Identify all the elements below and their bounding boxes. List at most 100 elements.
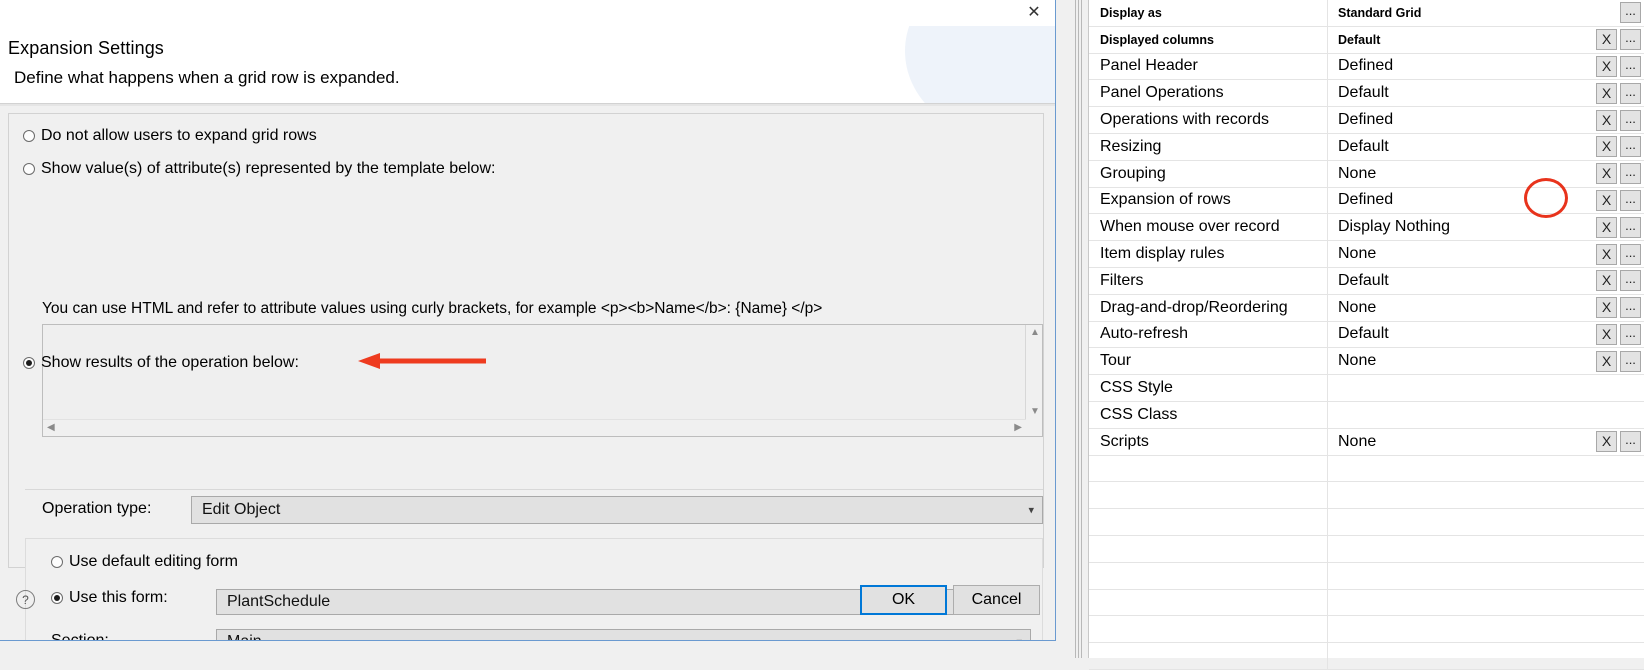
- property-value[interactable]: [1328, 536, 1596, 562]
- clear-property-button[interactable]: X: [1596, 297, 1617, 319]
- property-value[interactable]: Standard Grid: [1328, 0, 1596, 26]
- table-row[interactable]: [1089, 455, 1644, 483]
- table-row[interactable]: Drag-and-drop/Reordering None X...: [1089, 294, 1644, 322]
- clear-property-button[interactable]: X: [1596, 431, 1617, 453]
- open-property-editor-button[interactable]: ...: [1620, 189, 1641, 211]
- operation-type-select[interactable]: Edit Object ▾: [191, 496, 1043, 524]
- property-value[interactable]: [1328, 563, 1596, 589]
- close-icon[interactable]: ✕: [1021, 3, 1047, 23]
- open-property-editor-button[interactable]: ...: [1620, 297, 1641, 319]
- table-row[interactable]: [1089, 535, 1644, 563]
- property-name: [1089, 509, 1328, 535]
- scroll-right-icon[interactable]: ▶: [1014, 423, 1022, 433]
- table-row[interactable]: When mouse over record Display Nothing X..…: [1089, 214, 1644, 242]
- property-value[interactable]: Default: [1328, 80, 1596, 106]
- property-value[interactable]: Default: [1328, 322, 1596, 348]
- template-editor[interactable]: ▲ ▼ ◀ ▶: [42, 324, 1043, 437]
- open-property-editor-button[interactable]: ...: [1620, 270, 1641, 292]
- table-row[interactable]: Expansion of rows Defined X...: [1089, 187, 1644, 215]
- property-value[interactable]: Default: [1328, 268, 1596, 294]
- property-value[interactable]: Defined: [1328, 188, 1596, 214]
- property-value[interactable]: Default: [1328, 27, 1596, 53]
- open-property-editor-button[interactable]: ...: [1620, 2, 1641, 24]
- table-row[interactable]: [1089, 616, 1644, 644]
- table-row[interactable]: Tour None X...: [1089, 348, 1644, 376]
- table-row[interactable]: Scripts None X...: [1089, 428, 1644, 456]
- radio-show-template[interactable]: Show value(s) of attribute(s) represente…: [23, 160, 495, 178]
- property-value[interactable]: Display Nothing: [1328, 214, 1596, 240]
- property-name: Operations with records: [1089, 107, 1328, 133]
- table-row[interactable]: Displayed columns Default X...: [1089, 26, 1644, 54]
- open-property-editor-button[interactable]: ...: [1620, 350, 1641, 372]
- clear-property-button[interactable]: X: [1596, 270, 1617, 292]
- table-row[interactable]: Item display rules None X...: [1089, 241, 1644, 268]
- table-row[interactable]: Grouping None X...: [1089, 160, 1644, 188]
- property-value[interactable]: Default: [1328, 134, 1596, 160]
- table-row[interactable]: [1089, 509, 1644, 536]
- property-value[interactable]: [1328, 643, 1596, 669]
- radio-no-expand[interactable]: Do not allow users to expand grid rows: [23, 127, 317, 145]
- cancel-button[interactable]: Cancel: [953, 585, 1040, 615]
- clear-property-button[interactable]: X: [1596, 350, 1617, 372]
- property-value[interactable]: None: [1328, 295, 1596, 321]
- open-property-editor-button[interactable]: ...: [1620, 109, 1641, 131]
- scroll-down-icon[interactable]: ▼: [1030, 407, 1040, 417]
- open-property-editor-button[interactable]: ...: [1620, 216, 1641, 238]
- property-value[interactable]: [1328, 482, 1596, 508]
- property-value[interactable]: [1328, 456, 1596, 482]
- template-vertical-scrollbar[interactable]: ▲ ▼: [1026, 325, 1042, 420]
- property-value[interactable]: Defined: [1328, 107, 1596, 133]
- clear-property-button[interactable]: X: [1596, 109, 1617, 131]
- table-row[interactable]: Auto-refresh Default X...: [1089, 321, 1644, 349]
- radio-show-operation[interactable]: Show results of the operation below:: [23, 354, 299, 372]
- template-horizontal-scrollbar[interactable]: ◀ ▶: [43, 419, 1026, 436]
- clear-property-button[interactable]: X: [1596, 323, 1617, 345]
- clear-property-button[interactable]: X: [1596, 136, 1617, 158]
- ok-button[interactable]: OK: [860, 585, 947, 615]
- property-value[interactable]: [1328, 509, 1596, 535]
- open-property-editor-button[interactable]: ...: [1620, 243, 1641, 265]
- clear-property-button[interactable]: X: [1596, 243, 1617, 265]
- clear-property-button[interactable]: X: [1596, 216, 1617, 238]
- open-property-editor-button[interactable]: ...: [1620, 431, 1641, 453]
- table-row[interactable]: CSS Style: [1089, 375, 1644, 402]
- property-value[interactable]: [1328, 402, 1596, 428]
- table-row[interactable]: Resizing Default X...: [1089, 133, 1644, 161]
- table-row[interactable]: [1089, 482, 1644, 510]
- property-value[interactable]: Defined: [1328, 54, 1596, 80]
- question-mark-icon[interactable]: ?: [16, 590, 35, 609]
- clear-property-button[interactable]: X: [1596, 29, 1617, 51]
- scroll-left-icon[interactable]: ◀: [47, 423, 55, 433]
- property-value[interactable]: None: [1328, 429, 1596, 455]
- table-row[interactable]: [1089, 643, 1644, 670]
- table-row[interactable]: Panel Header Defined X...: [1089, 53, 1644, 81]
- property-value[interactable]: [1328, 375, 1596, 401]
- clear-property-button[interactable]: X: [1596, 82, 1617, 104]
- clear-property-button[interactable]: X: [1596, 55, 1617, 77]
- table-row[interactable]: CSS Class: [1089, 401, 1644, 429]
- clear-property-button[interactable]: X: [1596, 163, 1617, 185]
- open-property-editor-button[interactable]: ...: [1620, 163, 1641, 185]
- template-textarea[interactable]: [43, 325, 1026, 420]
- open-property-editor-button[interactable]: ...: [1620, 136, 1641, 158]
- property-name: [1089, 589, 1328, 616]
- clear-property-button[interactable]: X: [1596, 189, 1617, 211]
- table-row[interactable]: Panel Operations Default X...: [1089, 80, 1644, 108]
- open-property-editor-button[interactable]: ...: [1620, 29, 1641, 51]
- property-value[interactable]: None: [1328, 161, 1596, 187]
- open-property-editor-button[interactable]: ...: [1620, 55, 1641, 77]
- open-property-editor-button[interactable]: ...: [1620, 82, 1641, 104]
- property-name: Grouping: [1089, 160, 1328, 187]
- pane-sash[interactable]: [1072, 0, 1088, 658]
- property-value[interactable]: None: [1328, 241, 1596, 267]
- open-property-editor-button[interactable]: ...: [1620, 323, 1641, 345]
- table-row[interactable]: [1089, 589, 1644, 617]
- property-value[interactable]: [1328, 590, 1596, 616]
- table-row[interactable]: Display as Standard Grid...: [1089, 0, 1644, 27]
- table-row[interactable]: Operations with records Defined X...: [1089, 107, 1644, 134]
- table-row[interactable]: Filters Default X...: [1089, 267, 1644, 295]
- scroll-up-icon[interactable]: ▲: [1030, 328, 1040, 338]
- table-row[interactable]: [1089, 562, 1644, 590]
- property-value[interactable]: None: [1328, 348, 1596, 374]
- property-value[interactable]: [1328, 616, 1596, 642]
